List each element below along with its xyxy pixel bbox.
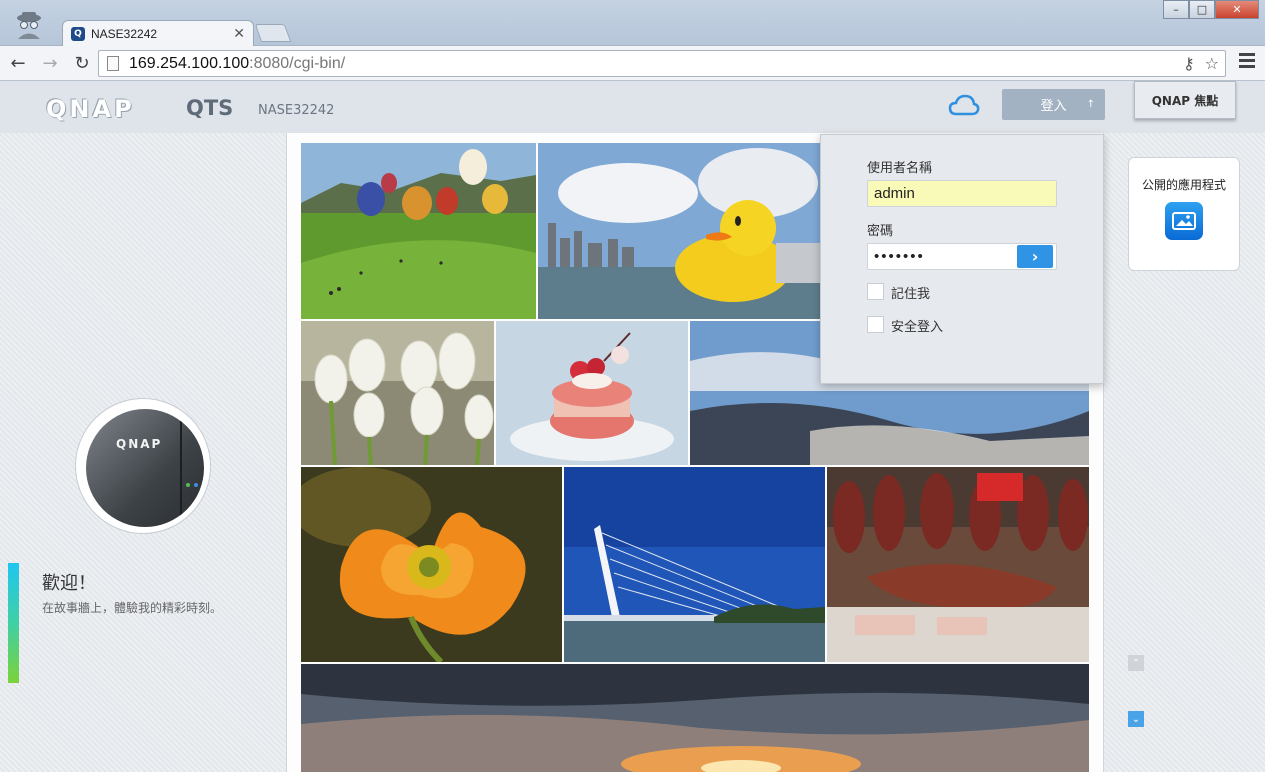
username-label: 使用者名稱 <box>867 161 933 176</box>
accent-bar <box>8 563 19 683</box>
photo-orange-poppy[interactable] <box>301 467 562 662</box>
page-icon <box>107 56 119 71</box>
photo-rubber-duck[interactable] <box>538 143 821 319</box>
photo-station-icon[interactable] <box>1165 202 1203 240</box>
photo-balloons[interactable] <box>301 143 536 319</box>
browser-tab-strip: Q NASE32242 ✕ – □ ✕ <box>0 0 1265 46</box>
public-apps-label: 公開的應用程式 <box>1141 178 1226 192</box>
photo-macaron[interactable] <box>496 321 688 465</box>
login-dropdown-panel: 使用者名稱 密碼 › 記住我 安全登入 <box>820 134 1104 384</box>
public-apps-card[interactable]: 公開的應用程式 <box>1128 157 1240 271</box>
photo-sunset[interactable] <box>301 664 1089 772</box>
secure-login-label: 安全登入 <box>891 320 944 335</box>
login-submit-button[interactable]: › <box>1017 245 1053 268</box>
cloud-icon[interactable] <box>948 92 980 118</box>
forward-arrow-icon[interactable]: → <box>36 49 64 77</box>
url-host: 169.254.100.100 <box>129 54 250 72</box>
qnap-favicon-icon: Q <box>71 26 85 41</box>
browser-tab-active[interactable]: Q NASE32242 ✕ <box>62 20 254 46</box>
login-button[interactable]: 登入 ↑ <box>1002 89 1105 120</box>
url-path: :8080/cgi-bin/ <box>249 54 346 72</box>
scroll-up-icon[interactable]: ⌃ <box>1128 655 1144 671</box>
device-name: NASE32242 <box>258 103 335 118</box>
welcome-panel: QNAP 歡迎！ 在故事牆上，體驗我的精彩時刻。 <box>8 133 284 772</box>
qts-header: QNAP QTS NASE32242 登入 ↑ QNAP 焦點 <box>0 81 1265 133</box>
minimize-icon[interactable]: – <box>1163 0 1189 19</box>
qts-product-label: QTS <box>186 96 234 120</box>
window-close-icon[interactable]: ✕ <box>1215 0 1259 19</box>
remember-me-label: 記住我 <box>891 287 931 302</box>
caret-up-icon: ↑ <box>1086 99 1095 110</box>
photo-ham-market[interactable] <box>827 467 1089 662</box>
scroll-down-icon[interactable]: ⌄ <box>1128 711 1144 727</box>
reload-icon[interactable]: ↻ <box>68 49 96 77</box>
photo-bridge[interactable] <box>564 467 825 662</box>
key-icon[interactable]: ⚷ <box>1183 54 1195 73</box>
welcome-subtitle: 在故事牆上，體驗我的精彩時刻。 <box>42 601 223 615</box>
login-button-label: 登入 <box>1040 99 1067 114</box>
new-tab-button[interactable] <box>254 24 292 42</box>
password-label: 密碼 <box>867 224 894 239</box>
bookmark-star-icon[interactable]: ☆ <box>1205 54 1219 73</box>
address-bar[interactable]: 169.254.100.100 :8080/cgi-bin/ ⚷ ☆ <box>98 50 1226 77</box>
window-controls: – □ ✕ <box>1163 0 1259 19</box>
qnap-focus-button[interactable]: QNAP 焦點 <box>1134 81 1236 119</box>
remember-me-checkbox[interactable] <box>867 283 884 300</box>
photo-tulips[interactable] <box>301 321 494 465</box>
username-field[interactable] <box>867 180 1057 207</box>
tab-title: NASE32242 <box>91 26 158 41</box>
browser-toolbar: ← → ↻ 169.254.100.100 :8080/cgi-bin/ ⚷ ☆ <box>0 46 1265 81</box>
right-panel: 公開的應用程式 ⌃ ⌄ <box>1104 133 1265 772</box>
tab-close-icon[interactable]: ✕ <box>233 26 245 42</box>
qnap-logo: QNAP <box>46 95 135 123</box>
back-arrow-icon[interactable]: ← <box>4 49 32 77</box>
nas-device-image: QNAP <box>76 399 210 533</box>
maximize-icon[interactable]: □ <box>1189 0 1215 19</box>
chrome-menu-icon[interactable] <box>1239 53 1255 71</box>
welcome-title: 歡迎！ <box>42 573 96 594</box>
incognito-icon <box>17 12 41 39</box>
nas-brand-text: QNAP <box>116 437 163 451</box>
secure-login-checkbox[interactable] <box>867 316 884 333</box>
